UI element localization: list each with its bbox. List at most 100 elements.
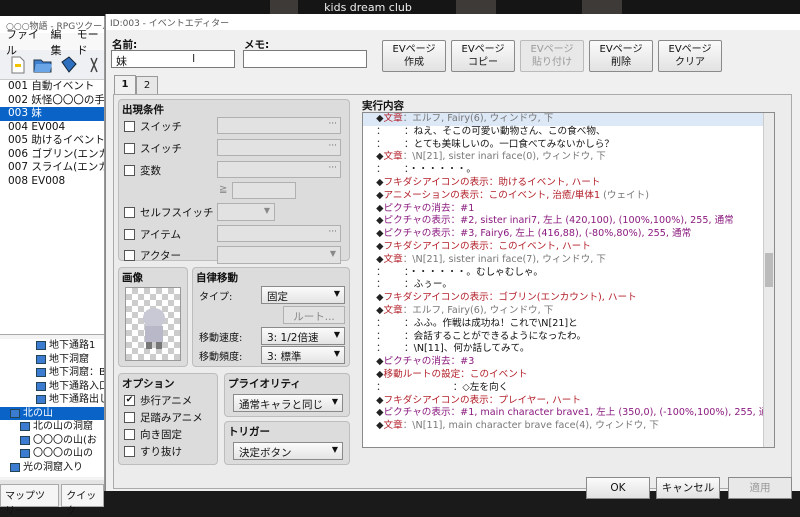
map-tree-item[interactable]: 地下通路出し — [0, 393, 104, 407]
actor-dropdown[interactable]: ▼ — [217, 246, 341, 264]
menu-edit[interactable]: 編集 — [50, 26, 68, 58]
paste-page-button[interactable]: EVページ 貼り付け — [520, 40, 584, 72]
code-line[interactable]: ◆ピクチャの消去：#3 — [363, 356, 774, 369]
checkbox-box[interactable] — [124, 446, 135, 457]
code-line[interactable]: ◆フキダシアイコンの表示：このイベント, ハート — [363, 241, 774, 254]
code-line[interactable]: ◆ピクチャの表示：#1, main character brave1, 左上 (… — [363, 407, 774, 420]
checkbox-box[interactable] — [124, 229, 135, 240]
through-checkbox[interactable]: すり抜け — [124, 444, 182, 459]
map-tree-item[interactable]: 地下通路入口 — [0, 380, 104, 394]
map-tree-item[interactable]: 光の洞窟入り — [0, 461, 104, 475]
code-line[interactable]: ： ：・・・・・・。むしゃむしゃ。 — [363, 267, 774, 280]
code-line[interactable]: ◆文章：\N[21], sister inari face(7), ウィンドウ,… — [363, 254, 774, 267]
code-line[interactable]: ： ：・・・・・・。 — [363, 164, 774, 177]
page-tab-1[interactable]: 1 — [114, 75, 136, 95]
clear-page-button[interactable]: EVページ クリア — [658, 40, 722, 72]
checkmark-icon[interactable]: ✔ — [124, 395, 135, 406]
save-project-icon[interactable] — [59, 55, 78, 75]
direction-fix-checkbox[interactable]: 向き固定 — [124, 427, 182, 442]
apply-button[interactable]: 適用 — [728, 477, 792, 499]
movement-frequency-dropdown[interactable]: 3: 標準 ▼ — [261, 346, 345, 364]
stepping-animation-checkbox[interactable]: 足踏みアニメ — [124, 410, 203, 425]
tab-map-tree[interactable]: マップツリー — [0, 484, 60, 517]
map-tree-item[interactable]: 地下洞窟 — [0, 353, 104, 367]
code-line[interactable]: ◆文章：エルフ, Fairy(6), ウィンドウ, 下 — [363, 113, 774, 126]
menu-mode[interactable]: モード — [77, 26, 104, 58]
code-line[interactable]: ◆フキダシアイコンの表示：ゴブリン(エンカウント), ハート — [363, 292, 774, 305]
checkbox-box[interactable] — [124, 412, 135, 423]
memo-input[interactable] — [243, 50, 367, 68]
self-switch-dropdown[interactable]: ▼ — [217, 203, 275, 221]
code-line[interactable]: ： ：\N[11]、何か話してみて。 — [363, 343, 774, 356]
map-tree-item[interactable]: 地下洞窟：B — [0, 366, 104, 380]
code-segment: ◆ — [367, 368, 384, 380]
code-line[interactable]: ◆文章：\N[21], sister inari face(0), ウィンドウ,… — [363, 151, 774, 164]
code-line[interactable]: ： ：とても美味しいの。一口食べてみないかしら？ — [363, 139, 774, 152]
code-line[interactable]: ： ：ねえ、そこの可愛い動物さん、この食べ物、 — [363, 126, 774, 139]
event-contents-list[interactable]: ◆文章：エルフ, Fairy(6), ウィンドウ, 下 ： ：ねえ、そこの可愛い… — [362, 112, 775, 448]
code-segment: ：とても美味しいの。一口食べてみないかしら？ — [404, 138, 614, 150]
code-line[interactable]: ◆文章：\N[11], main character brave face(4)… — [363, 420, 774, 433]
delete-page-button[interactable]: EVページ 削除 — [589, 40, 653, 72]
priority-dropdown[interactable]: 通常キャラと同じ ▼ — [233, 394, 343, 412]
map-icon — [36, 368, 46, 378]
checkbox-box[interactable] — [124, 165, 135, 176]
variable-checkbox[interactable]: 変数 — [124, 163, 161, 178]
checkbox-box[interactable] — [124, 143, 135, 154]
event-list-item[interactable]: 007 スライム(エンカウント) — [0, 161, 104, 175]
event-list-item[interactable]: 003 妹 — [0, 107, 104, 121]
contents-scrollbar[interactable] — [763, 113, 774, 447]
checkbox-box[interactable] — [124, 250, 135, 261]
code-line[interactable]: ◆フキダシアイコンの表示：助けるイベント, ハート — [363, 177, 774, 190]
event-list-item[interactable]: 001 自動イベント — [0, 80, 104, 94]
character-image[interactable] — [125, 287, 181, 361]
map-tree-item[interactable]: 〇〇〇の山の — [0, 447, 104, 461]
page-tab-2[interactable]: 2 — [136, 76, 158, 94]
checkbox-box[interactable] — [124, 429, 135, 440]
open-project-icon[interactable] — [33, 55, 53, 75]
route-button[interactable]: ルート... — [283, 306, 345, 324]
movement-speed-dropdown[interactable]: 3: 1/2倍速 ▼ — [261, 327, 345, 345]
cancel-button[interactable]: キャンセル — [656, 477, 720, 499]
code-line[interactable]: ： ：ふぅー。 — [363, 279, 774, 292]
code-line[interactable]: ◆フキダシアイコンの表示：プレイヤー, ハート — [363, 395, 774, 408]
map-tree-item[interactable]: 北の山 — [0, 406, 104, 420]
code-line[interactable]: ◆ピクチャの消去：#1 — [363, 203, 774, 216]
ok-button[interactable]: OK — [586, 477, 650, 499]
code-line[interactable]: ◆文章：エルフ, Fairy(6), ウィンドウ, 下 — [363, 305, 774, 318]
code-line[interactable]: ： ：会話することができるようになったわ。 — [363, 331, 774, 344]
code-line[interactable]: ◆ピクチャの表示：#2, sister inari7, 左上 (420,100)… — [363, 215, 774, 228]
switch2-checkbox[interactable]: スイッチ — [124, 141, 182, 156]
movement-type-dropdown[interactable]: 固定 ▼ — [261, 286, 345, 304]
checkbox-box[interactable] — [124, 207, 135, 218]
name-input[interactable]: 妹I — [111, 50, 235, 68]
new-project-icon[interactable] — [8, 55, 27, 75]
menu-file[interactable]: ファイル — [6, 26, 42, 58]
self-switch-checkbox[interactable]: セルフスイッチ — [124, 205, 214, 220]
event-list-item[interactable]: 004 EV004 — [0, 121, 104, 135]
map-tree-item[interactable]: 北の山の洞窟 — [0, 420, 104, 434]
cut-icon[interactable] — [85, 55, 104, 75]
checkbox-box[interactable] — [124, 121, 135, 132]
code-line[interactable]: ◆移動ルートの設定：このイベント — [363, 369, 774, 382]
code-line[interactable]: ： ：◇左を向く — [363, 382, 774, 395]
scrollbar-thumb[interactable] — [765, 253, 773, 287]
new-page-button[interactable]: EVページ 作成 — [382, 40, 446, 72]
code-line[interactable]: ： ：ふふ。作戦は成功ね！これで\N[21]と — [363, 318, 774, 331]
item-checkbox[interactable]: アイテム — [124, 227, 181, 242]
map-tree-item[interactable]: 地下通路1 — [0, 339, 104, 353]
walking-animation-checkbox[interactable]: ✔ 歩行アニメ — [124, 393, 192, 408]
event-list-item[interactable]: 008 EV008 — [0, 175, 104, 189]
event-list-item[interactable]: 006 ゴブリン(エンカウント) — [0, 148, 104, 162]
code-line[interactable]: ◆ピクチャの表示：#3, Fairy6, 左上 (416,88), (-80%,… — [363, 228, 774, 241]
code-line[interactable]: ◆アニメーションの表示：このイベント, 治癒/単体1 (ウェイト) — [363, 190, 774, 203]
stepping-animation-label: 足踏みアニメ — [140, 412, 203, 424]
trigger-dropdown[interactable]: 決定ボタン ▼ — [233, 442, 343, 460]
actor-checkbox[interactable]: アクター — [124, 248, 181, 263]
tab-quick[interactable]: クイック — [61, 484, 104, 517]
switch1-checkbox[interactable]: スイッチ — [124, 119, 182, 134]
event-list-item[interactable]: 005 助けるイベント — [0, 134, 104, 148]
map-tree-item[interactable]: 〇〇〇の山(お — [0, 434, 104, 448]
copy-page-button[interactable]: EVページ コピー — [451, 40, 515, 72]
event-list-item[interactable]: 002 妖怪〇〇〇の手下 — [0, 94, 104, 108]
